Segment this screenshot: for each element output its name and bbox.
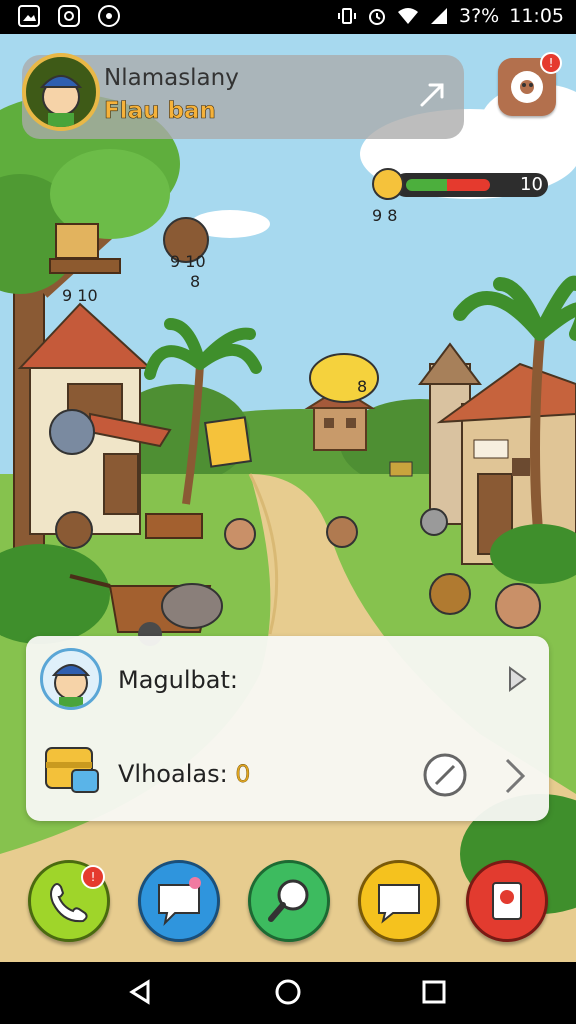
- alarm-icon: [369, 9, 385, 25]
- energy-fill: [406, 179, 447, 191]
- instagram-icon: [58, 5, 80, 27]
- panel-item-count: 0: [235, 760, 251, 788]
- notification-badge: !: [540, 52, 562, 74]
- energy-meter: 10: [372, 168, 550, 200]
- coin-icon: [372, 168, 404, 200]
- pinterest-icon: [98, 5, 120, 27]
- flag-button[interactable]: [466, 860, 548, 942]
- panel-item-label: Vlhoalas:: [118, 760, 228, 788]
- cancel-icon[interactable]: [422, 752, 468, 798]
- gallery-notification-icon: [18, 5, 40, 27]
- treasure-chest-icon: [45, 747, 99, 793]
- chat-bubble-icon: [158, 877, 201, 927]
- magnifier-icon: [268, 879, 309, 922]
- chat-button[interactable]: [138, 860, 220, 942]
- status-bar: 3?% 11:05: [0, 0, 576, 34]
- wifi-icon: [398, 8, 418, 24]
- back-icon[interactable]: [126, 978, 154, 1006]
- bear-label-sub: 8: [190, 272, 201, 291]
- recents-icon[interactable]: [420, 978, 448, 1006]
- vibrate-icon: [338, 8, 356, 24]
- android-nav-bar: [0, 962, 576, 1024]
- player-avatar[interactable]: [22, 53, 100, 131]
- home-icon[interactable]: [274, 978, 302, 1006]
- player-profile-bar[interactable]: Nlamaslany Flau ban: [22, 53, 464, 139]
- clock: 11:05: [509, 5, 564, 27]
- panel-player-avatar[interactable]: [40, 648, 102, 710]
- chevron-right-icon[interactable]: [501, 756, 529, 796]
- info-panel: Magulbat: Vlhoalas: 0: [26, 636, 549, 821]
- message-icon: [378, 884, 420, 924]
- energy-caption: 9 8: [372, 206, 398, 225]
- message-button[interactable]: [358, 860, 440, 942]
- bubble-label: 8: [357, 377, 368, 396]
- play-arrow-icon[interactable]: [505, 664, 529, 694]
- phone-badge: !: [81, 865, 105, 889]
- share-arrow-icon[interactable]: [416, 77, 450, 111]
- panel-player-name: Magulbat:: [118, 666, 238, 694]
- notification-icons: [18, 5, 120, 27]
- energy-value: 10: [520, 174, 543, 195]
- bear-label: 9 10: [170, 252, 206, 271]
- panel-item-line: Vlhoalas: 0: [118, 760, 251, 788]
- energy-remaining: [447, 179, 490, 191]
- search-button[interactable]: [248, 860, 330, 942]
- player-subtitle: Flau ban: [104, 98, 216, 125]
- settings-button[interactable]: !: [498, 52, 562, 116]
- treehouse-label: 9 10: [62, 286, 98, 305]
- player-name: Nlamaslany: [104, 65, 239, 91]
- system-status: 3?% 11:05: [337, 5, 564, 27]
- battery-text: 3?%: [459, 5, 500, 27]
- flag-icon: [492, 882, 522, 920]
- signal-icon: [431, 8, 447, 24]
- phone-button[interactable]: !: [28, 860, 110, 942]
